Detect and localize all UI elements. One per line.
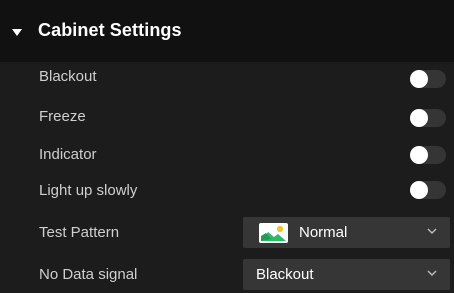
- image-icon: [259, 223, 288, 243]
- section-header[interactable]: Cabinet Settings: [0, 0, 454, 62]
- toggle-knob: [410, 70, 428, 88]
- chevron-down-icon: [427, 228, 437, 234]
- toggle-knob: [410, 146, 428, 164]
- light-up-slowly-toggle[interactable]: [410, 181, 446, 199]
- no-data-signal-select[interactable]: Blackout: [243, 259, 450, 290]
- test-pattern-select[interactable]: Normal: [243, 217, 450, 248]
- section-title: Cabinet Settings: [38, 20, 182, 40]
- test-pattern-label: Test Pattern: [39, 224, 120, 241]
- test-pattern-value: Normal: [299, 224, 348, 241]
- caret-down-icon[interactable]: [12, 29, 22, 36]
- freeze-label: Freeze: [39, 108, 86, 125]
- blackout-toggle[interactable]: [410, 70, 446, 88]
- toggle-knob: [410, 181, 428, 199]
- indicator-label: Indicator: [39, 146, 97, 163]
- blackout-label: Blackout: [39, 68, 97, 85]
- light-up-slowly-label: Light up slowly: [39, 182, 138, 199]
- cabinet-settings-panel: Cabinet Settings Blackout Freeze Indicat…: [0, 0, 454, 293]
- no-data-signal-label: No Data signal: [39, 266, 138, 283]
- toggle-knob: [410, 109, 428, 127]
- freeze-toggle[interactable]: [410, 109, 446, 127]
- indicator-toggle[interactable]: [410, 146, 446, 164]
- no-data-signal-value: Blackout: [256, 266, 314, 283]
- chevron-down-icon: [427, 270, 437, 276]
